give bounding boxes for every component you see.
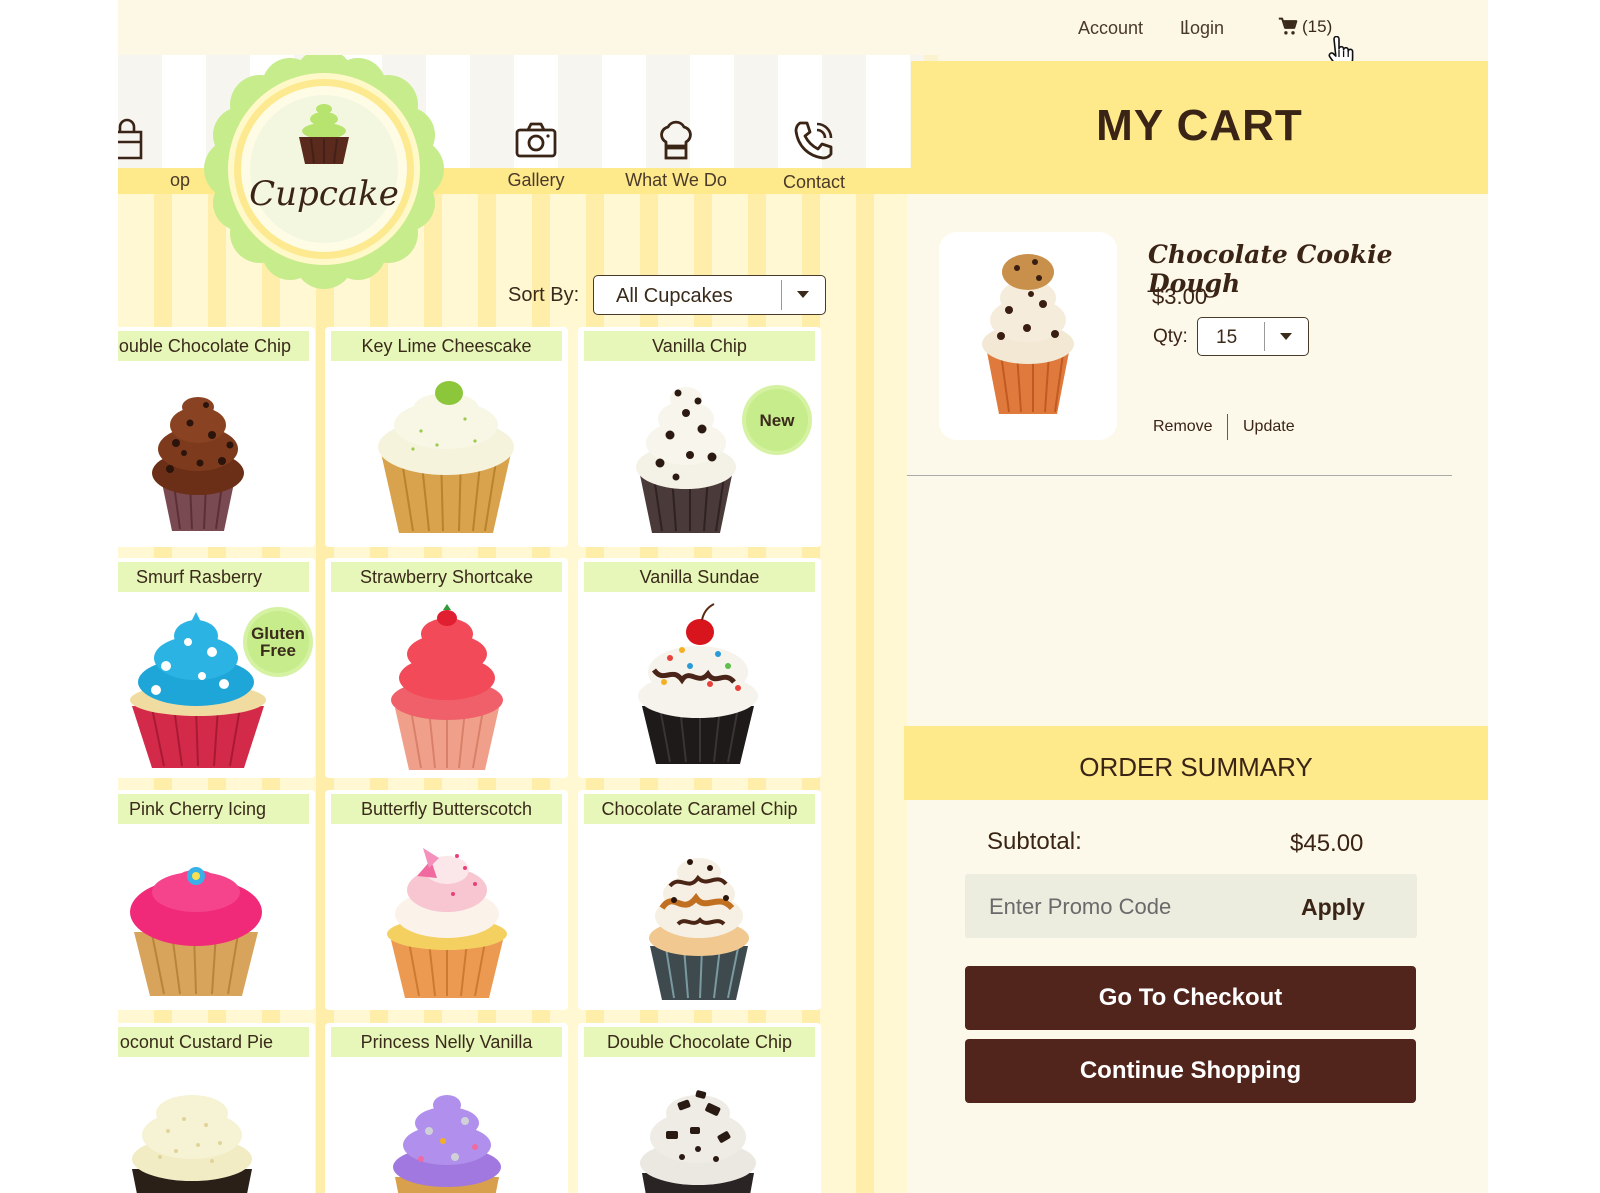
promo-code-box: Apply — [965, 874, 1417, 938]
product-image — [638, 603, 758, 764]
product-name: Smurf Rasberry — [118, 562, 309, 592]
shop-bag-icon — [118, 118, 143, 160]
product-card[interactable]: Vanilla Chip New — [578, 327, 821, 547]
continue-shopping-button[interactable]: Continue Shopping — [965, 1039, 1416, 1103]
product-image — [640, 1090, 756, 1193]
product-name: Princess Nelly Vanilla — [331, 1027, 562, 1057]
subtotal-value: $45.00 — [1290, 830, 1364, 857]
cart-item-divider — [907, 475, 1452, 476]
login-link[interactable]: Login — [1180, 18, 1224, 39]
phone-icon — [794, 121, 833, 160]
product-name: oconut Custard Pie — [118, 1027, 309, 1057]
my-cart-header: MY CART — [911, 61, 1488, 194]
product-image — [152, 397, 244, 531]
sort-selected-value: All Cupcakes — [616, 285, 733, 307]
gluten-free-badge: Gluten Free — [247, 611, 309, 673]
product-name: Vanilla Chip — [584, 331, 815, 361]
product-card[interactable]: Princess Nelly Vanilla — [325, 1023, 568, 1193]
new-badge: New — [746, 389, 808, 451]
nav-contact[interactable]: Contact — [749, 118, 879, 193]
product-image — [649, 858, 749, 1000]
product-image — [391, 604, 503, 770]
qty-dropdown[interactable]: 15 — [1197, 317, 1309, 356]
product-name: Pink Cherry Icing — [118, 794, 309, 824]
product-image — [378, 381, 514, 533]
product-image — [130, 867, 262, 996]
chevron-down-icon — [797, 291, 809, 298]
shop-panel: op Gallery What We Do Contact Cupcake So… — [118, 55, 924, 1193]
product-name: Strawberry Shortcake — [331, 562, 562, 592]
cupcake-logo[interactable]: Cupcake — [204, 55, 444, 289]
product-image — [387, 848, 507, 998]
cart-link[interactable]: (15) — [1278, 17, 1332, 37]
nav-gallery-label: Gallery — [507, 170, 565, 190]
product-name: Butterfly Butterscotch — [331, 794, 562, 824]
remove-button[interactable]: Remove — [1153, 418, 1213, 436]
update-button[interactable]: Update — [1243, 418, 1295, 436]
dropdown-divider — [781, 280, 782, 310]
product-card[interactable]: Key Lime Cheescake — [325, 327, 568, 547]
product-card[interactable]: oconut Custard Pie — [118, 1023, 315, 1193]
subtotal-label: Subtotal: — [987, 828, 1082, 855]
chevron-down-icon — [1280, 333, 1292, 340]
sort-dropdown[interactable]: All Cupcakes — [593, 275, 826, 315]
product-card[interactable]: Butterfly Butterscotch — [325, 790, 568, 1010]
cart-item-price: $3.00 — [1152, 284, 1208, 309]
product-name: Key Lime Cheescake — [331, 331, 562, 361]
qty-selected-value: 15 — [1216, 327, 1238, 348]
product-card[interactable]: Strawberry Shortcake — [325, 558, 568, 778]
app-frame: Account I Login (15) op Gallery What We … — [118, 0, 1488, 1193]
product-card[interactable]: Chocolate Caramel Chip — [578, 790, 821, 1010]
product-card[interactable]: Double Chocolate Chip — [578, 1023, 821, 1193]
dropdown-divider — [1264, 322, 1265, 351]
nav-gallery[interactable]: Gallery — [471, 118, 601, 191]
order-summary-header: ORDER SUMMARY — [904, 726, 1488, 800]
chef-hat-icon — [660, 120, 692, 160]
product-name: ouble Chocolate Chip — [118, 331, 309, 361]
product-name: Chocolate Caramel Chip — [584, 794, 815, 824]
nav-what-we-do-label: What We Do — [625, 170, 727, 190]
product-name: Vanilla Sundae — [584, 562, 815, 592]
item-actions-divider — [1227, 414, 1228, 440]
qty-label: Qty: — [1153, 326, 1188, 347]
apply-button[interactable]: Apply — [1301, 894, 1365, 921]
product-card[interactable]: ouble Chocolate Chip — [118, 327, 315, 547]
product-card[interactable]: Pink Cherry Icing — [118, 790, 315, 1010]
camera-icon — [515, 122, 557, 158]
nav-contact-label: Contact — [782, 172, 846, 192]
product-image — [132, 1095, 252, 1193]
product-card[interactable]: Smurf Rasberry Gluten Free — [118, 558, 315, 778]
product-name: Double Chocolate Chip — [584, 1027, 815, 1057]
cart-item-image — [939, 232, 1117, 440]
logo-text: Cupcake — [249, 174, 399, 214]
shopping-cart-icon — [1278, 17, 1298, 35]
account-link[interactable]: Account — [1078, 18, 1143, 39]
product-card[interactable]: Vanilla Sundae — [578, 558, 821, 778]
sort-label: Sort By: — [508, 284, 580, 306]
nav-shop[interactable]: op — [118, 118, 192, 191]
promo-code-input[interactable] — [989, 892, 1249, 922]
my-cart-title: MY CART — [1096, 101, 1303, 150]
checkout-button[interactable]: Go To Checkout — [965, 966, 1416, 1030]
nav-what-we-do[interactable]: What We Do — [611, 118, 741, 191]
nav-shop-label: op — [169, 170, 190, 190]
cart-count-label: (15) — [1302, 17, 1333, 36]
product-image — [393, 1095, 501, 1193]
top-bar: Account I Login (15) — [118, 0, 1488, 69]
order-summary-title: ORDER SUMMARY — [1079, 752, 1313, 782]
